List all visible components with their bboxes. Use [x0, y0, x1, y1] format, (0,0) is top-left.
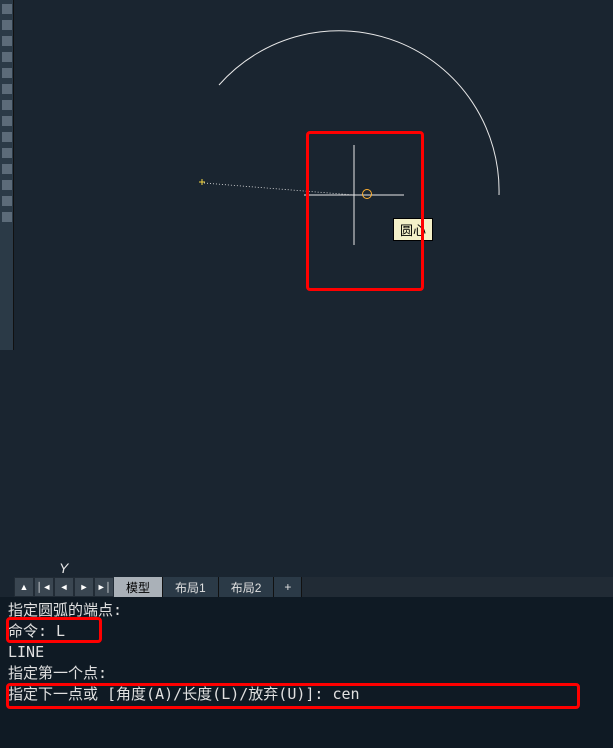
rubber-band-line — [204, 183, 354, 195]
tab-toggle-icon[interactable]: ▲ — [15, 578, 33, 596]
command-window[interactable]: 指定圆弧的端点: 命令: L LINE 指定第一个点: 指定下一点或 [角度(A… — [0, 597, 613, 748]
tool-icon[interactable] — [2, 100, 12, 110]
arc-entity — [219, 31, 499, 195]
drawing-svg — [14, 0, 613, 580]
cmd-history-line: 指定第一个点: — [8, 663, 605, 684]
tool-icon[interactable] — [2, 116, 12, 126]
crosshair-cursor — [304, 145, 404, 245]
tool-icon[interactable] — [2, 212, 12, 222]
tool-icon[interactable] — [2, 36, 12, 46]
center-snap-marker — [362, 189, 372, 199]
tab-model[interactable]: 模型 — [114, 577, 163, 597]
tool-palette — [0, 0, 14, 350]
snap-tooltip: 圆心 — [393, 218, 433, 241]
tab-layout1[interactable]: 布局1 — [163, 577, 219, 597]
tool-icon[interactable] — [2, 196, 12, 206]
tool-icon[interactable] — [2, 20, 12, 30]
layout-tab-bar: ▲ │◄ ◄ ► ►│ 模型 布局1 布局2 + — [14, 577, 613, 597]
tab-layout2[interactable]: 布局2 — [219, 577, 275, 597]
tool-icon[interactable] — [2, 132, 12, 142]
tab-next-icon[interactable]: ► — [75, 578, 93, 596]
tool-icon[interactable] — [2, 52, 12, 62]
tab-prev-icon[interactable]: ◄ — [55, 578, 73, 596]
tool-icon[interactable] — [2, 84, 12, 94]
cmd-history-line: 命令: L — [8, 621, 605, 642]
tool-icon[interactable] — [2, 4, 12, 14]
drawing-canvas[interactable]: 圆心 X Y — [14, 0, 613, 580]
tool-icon[interactable] — [2, 180, 12, 190]
cmd-history-line: 指定圆弧的端点: — [8, 600, 605, 621]
tab-last-icon[interactable]: ►│ — [95, 578, 113, 596]
cmd-history-line: LINE — [8, 642, 605, 663]
tool-icon[interactable] — [2, 68, 12, 78]
ucs-y-label: Y — [59, 560, 68, 576]
tab-add[interactable]: + — [274, 577, 302, 597]
cmd-prompt-line[interactable]: 指定下一点或 [角度(A)/长度(L)/放弃(U)]: cen — [8, 684, 605, 705]
tool-icon[interactable] — [2, 148, 12, 158]
tab-first-icon[interactable]: │◄ — [35, 578, 53, 596]
tool-icon[interactable] — [2, 164, 12, 174]
